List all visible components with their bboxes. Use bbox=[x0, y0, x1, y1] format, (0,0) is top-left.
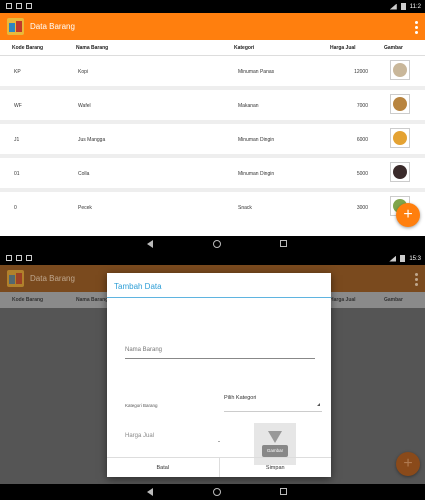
dialog-title-divider bbox=[107, 297, 331, 298]
dialog-title: Tambah Data bbox=[114, 282, 162, 291]
table-row[interactable]: KP Kopi Minuman Panas 12000 bbox=[0, 56, 425, 86]
header-kode: Kode Barang bbox=[12, 45, 44, 51]
app-bar: Data Barang bbox=[0, 13, 425, 40]
table-row[interactable]: WF Wafel Makanan 7000 bbox=[0, 90, 425, 120]
row-kategori: Minuman Dingin bbox=[238, 137, 275, 143]
table-header: Kode Barang Nama Barang Kategori Harga J… bbox=[0, 40, 425, 56]
header-gambar: Gambar bbox=[384, 297, 403, 303]
harga-jual-input[interactable]: Harga Jual bbox=[125, 433, 154, 439]
nama-barang-input[interactable]: Nama Barang bbox=[125, 345, 315, 359]
notification-icon bbox=[16, 3, 22, 9]
notification-icon bbox=[16, 255, 22, 261]
table-row[interactable]: 0 Pecek Snack 3000 bbox=[0, 192, 425, 222]
dropdown-arrow-icon bbox=[317, 403, 320, 406]
header-gambar: Gambar bbox=[384, 45, 403, 51]
recent-apps-icon[interactable] bbox=[280, 488, 287, 495]
data-barang-screen: 11:2 Data Barang Kode Barang Nama Barang… bbox=[0, 0, 425, 252]
notification-icon bbox=[26, 255, 32, 261]
thumbnail-image bbox=[393, 97, 407, 111]
signal-icon bbox=[389, 255, 397, 262]
header-kode: Kode Barang bbox=[12, 297, 44, 303]
battery-icon bbox=[400, 255, 406, 262]
home-icon[interactable] bbox=[213, 488, 221, 496]
row-harga: 7000 bbox=[356, 103, 368, 109]
row-kategori: Snack bbox=[238, 205, 252, 211]
row-kode: WF bbox=[14, 103, 22, 109]
notification-icon bbox=[26, 3, 32, 9]
add-item-button[interactable]: + bbox=[396, 452, 420, 476]
row-kode: KP bbox=[14, 69, 21, 75]
kategori-select-value: Pilih Kategori bbox=[224, 395, 257, 401]
status-time: 15:3 bbox=[409, 255, 421, 262]
kategori-label: Kategori Barang bbox=[125, 403, 158, 408]
row-kode: 01 bbox=[14, 171, 20, 177]
harga-jual-cursor bbox=[218, 441, 220, 442]
header-kategori: Kategori bbox=[234, 45, 255, 51]
back-icon[interactable] bbox=[147, 240, 153, 248]
app-logo-icon bbox=[7, 18, 24, 35]
row-thumbnail bbox=[390, 60, 410, 80]
status-bar: 15:3 bbox=[0, 252, 425, 265]
tambah-data-dialog: Tambah Data Nama Barang Kategori Barang … bbox=[107, 273, 331, 477]
row-nama: Wafel bbox=[78, 103, 91, 109]
table-row[interactable]: 01 Colla Minuman Dingin 5000 bbox=[0, 158, 425, 188]
notification-icon bbox=[6, 255, 12, 261]
header-harga: Harga Jual bbox=[330, 45, 356, 51]
thumbnail-image bbox=[393, 131, 407, 145]
battery-icon bbox=[400, 3, 406, 10]
navigation-bar bbox=[0, 484, 425, 500]
funnel-icon bbox=[268, 431, 282, 443]
row-kategori: Makanan bbox=[238, 103, 259, 109]
add-item-button[interactable]: + bbox=[396, 203, 420, 227]
header-harga: Harga Jual bbox=[330, 297, 356, 303]
save-button[interactable]: Simpan bbox=[220, 458, 332, 477]
dialog-button-row: Batal Simpan bbox=[107, 457, 331, 477]
cancel-button[interactable]: Batal bbox=[107, 458, 220, 477]
notification-icon bbox=[6, 3, 12, 9]
thumbnail-image bbox=[393, 165, 407, 179]
kategori-underline bbox=[224, 411, 322, 412]
gambar-label: Gambar bbox=[262, 445, 288, 457]
navigation-bar bbox=[0, 236, 425, 252]
row-harga: 6000 bbox=[356, 137, 368, 143]
row-thumbnail bbox=[390, 94, 410, 114]
row-kode: 0 bbox=[14, 205, 17, 211]
row-harga: 5000 bbox=[356, 171, 368, 177]
row-nama: Jus Mangga bbox=[78, 137, 106, 143]
row-kategori: Minuman Dingin bbox=[238, 171, 275, 177]
row-harga: 3000 bbox=[356, 205, 368, 211]
recent-apps-icon[interactable] bbox=[280, 240, 287, 247]
tambah-data-screen: 15:3 Data Barang Kode Barang Nama Barang… bbox=[0, 252, 425, 500]
back-icon[interactable] bbox=[147, 488, 153, 496]
app-title: Data Barang bbox=[30, 22, 75, 31]
row-harga: 12000 bbox=[354, 69, 368, 75]
row-thumbnail bbox=[390, 128, 410, 148]
status-bar: 11:2 bbox=[0, 0, 425, 13]
row-kode: J1 bbox=[14, 137, 20, 143]
header-nama: Nama Barang bbox=[76, 297, 109, 303]
app-title: Data Barang bbox=[30, 274, 75, 283]
row-nama: Colla bbox=[78, 171, 90, 177]
row-nama: Kopi bbox=[78, 69, 89, 75]
home-icon[interactable] bbox=[213, 240, 221, 248]
status-time: 11:2 bbox=[409, 3, 421, 10]
app-logo-icon bbox=[7, 270, 24, 287]
overflow-menu-icon[interactable] bbox=[415, 273, 418, 286]
thumbnail-image bbox=[393, 63, 407, 77]
kategori-select[interactable]: Pilih Kategori bbox=[224, 395, 322, 409]
row-thumbnail bbox=[390, 162, 410, 182]
header-nama: Nama Barang bbox=[76, 45, 109, 51]
row-nama: Pecek bbox=[78, 205, 92, 211]
row-kategori: Minuman Panas bbox=[238, 69, 275, 75]
table-row[interactable]: J1 Jus Mangga Minuman Dingin 6000 bbox=[0, 124, 425, 154]
overflow-menu-icon[interactable] bbox=[415, 21, 418, 34]
signal-icon bbox=[389, 3, 397, 10]
